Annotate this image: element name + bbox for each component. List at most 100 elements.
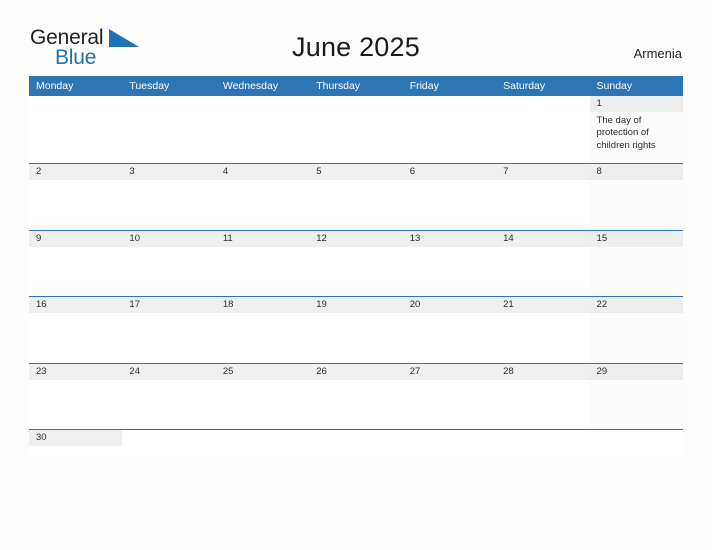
day-number: 17 bbox=[122, 297, 216, 313]
day-number: 25 bbox=[215, 363, 310, 380]
calendar-day-cell[interactable]: 3 bbox=[122, 164, 216, 230]
calendar-day-cell-empty bbox=[496, 430, 590, 457]
calendar-day-cell[interactable]: 19 bbox=[309, 297, 403, 363]
day-number: 26 bbox=[309, 363, 403, 380]
day-number: 9 bbox=[29, 230, 123, 247]
day-number bbox=[122, 430, 215, 446]
weekday-header-thursday: Thursday bbox=[316, 80, 361, 92]
day-number: 27 bbox=[402, 363, 497, 380]
calendar-day-cell[interactable]: 17 bbox=[122, 297, 216, 363]
calendar-week-row: 2345678 bbox=[29, 163, 683, 230]
weekday-header-saturday: Saturday bbox=[503, 80, 546, 92]
calendar-day-cell[interactable]: 7 bbox=[496, 164, 590, 230]
day-number bbox=[496, 96, 589, 112]
calendar-day-cell[interactable]: 20 bbox=[402, 297, 497, 363]
day-number: 22 bbox=[589, 297, 683, 313]
calendar-day-cell-empty bbox=[496, 96, 590, 163]
calendar-day-cell-empty bbox=[402, 96, 497, 163]
day-event: The day of protection of children rights bbox=[596, 115, 656, 151]
calendar-day-cell-empty bbox=[122, 430, 216, 457]
day-number: 24 bbox=[122, 363, 216, 380]
calendar-day-cell[interactable]: 15 bbox=[589, 230, 683, 296]
day-number bbox=[309, 96, 402, 112]
calendar-day-cell[interactable]: 11 bbox=[215, 230, 310, 296]
calendar-day-cell[interactable]: 8 bbox=[589, 164, 683, 230]
calendar-day-cell[interactable]: 29 bbox=[589, 363, 683, 429]
day-number bbox=[29, 96, 122, 112]
day-number: 7 bbox=[496, 164, 590, 180]
calendar-day-cell[interactable]: 18 bbox=[215, 297, 310, 363]
calendar-grid: Monday Tuesday Wednesday Thursday Friday… bbox=[29, 76, 683, 457]
calendar-week-row: 30 bbox=[29, 429, 683, 457]
calendar-day-cell-empty bbox=[215, 430, 310, 457]
calendar-day-cell[interactable]: 5 bbox=[309, 164, 403, 230]
day-number: 30 bbox=[29, 430, 123, 446]
day-number: 20 bbox=[402, 297, 497, 313]
day-number: 5 bbox=[309, 164, 403, 180]
weekday-header-monday: Monday bbox=[36, 80, 74, 92]
calendar-week-row: 1 The day of protection of children right… bbox=[29, 96, 683, 163]
calendar-day-cell-empty bbox=[309, 96, 403, 163]
day-number: 14 bbox=[496, 230, 590, 247]
region-label: Armenia bbox=[633, 46, 682, 61]
day-number: 16 bbox=[29, 297, 123, 313]
calendar-day-cell[interactable]: 1 The day of protection of children right… bbox=[589, 96, 683, 163]
day-number bbox=[122, 96, 215, 112]
calendar-day-cell[interactable]: 26 bbox=[309, 363, 403, 429]
day-number: 28 bbox=[496, 363, 590, 380]
calendar-day-cell[interactable]: 28 bbox=[496, 363, 590, 429]
day-number: 6 bbox=[402, 164, 497, 180]
calendar-week-row: 23 24 25 26 27 28 29 bbox=[29, 362, 683, 429]
calendar-day-cell[interactable]: 14 bbox=[496, 230, 590, 296]
calendar-week-row: 9 10 11 12 13 14 15 bbox=[29, 229, 683, 296]
day-number: 21 bbox=[496, 297, 590, 313]
calendar-day-cell[interactable]: 9 bbox=[29, 230, 123, 296]
calendar-day-cell[interactable]: 30 bbox=[29, 430, 123, 457]
page-title: June 2025 bbox=[292, 32, 420, 62]
calendar-day-cell[interactable]: 4 bbox=[215, 164, 310, 230]
day-number bbox=[403, 96, 496, 112]
calendar-day-cell[interactable]: 6 bbox=[402, 164, 497, 230]
day-number: 15 bbox=[589, 230, 683, 247]
day-event-list: The day of protection of children rights bbox=[590, 112, 683, 152]
day-number bbox=[309, 430, 402, 446]
day-number: 19 bbox=[309, 297, 403, 313]
day-number bbox=[216, 430, 309, 446]
calendar-day-cell-empty bbox=[402, 430, 497, 457]
day-number: 18 bbox=[215, 297, 310, 313]
calendar-day-cell[interactable]: 25 bbox=[215, 363, 310, 429]
calendar-day-cell[interactable]: 24 bbox=[122, 363, 216, 429]
day-number bbox=[590, 430, 683, 446]
day-number: 2 bbox=[29, 164, 123, 180]
calendar-day-cell[interactable]: 22 bbox=[589, 297, 683, 363]
calendar-week-row: 16 17 18 19 20 21 22 bbox=[29, 296, 683, 363]
day-number: 3 bbox=[122, 164, 216, 180]
day-number: 23 bbox=[29, 363, 123, 380]
day-number: 12 bbox=[309, 230, 403, 247]
day-number: 10 bbox=[122, 230, 216, 247]
calendar-day-cell[interactable]: 27 bbox=[402, 363, 497, 429]
weekday-header-wednesday: Wednesday bbox=[222, 80, 279, 92]
calendar-day-cell[interactable]: 12 bbox=[309, 230, 403, 296]
calendar-day-cell-empty bbox=[309, 430, 403, 457]
calendar-day-cell[interactable]: 23 bbox=[29, 363, 123, 429]
calendar-day-cell-empty bbox=[122, 96, 216, 163]
day-number: 1 bbox=[589, 96, 683, 112]
calendar-day-cell[interactable]: 10 bbox=[122, 230, 216, 296]
calendar-day-cell[interactable]: 13 bbox=[402, 230, 497, 296]
day-number: 29 bbox=[589, 363, 683, 380]
day-number: 8 bbox=[589, 164, 683, 180]
day-number: 4 bbox=[215, 164, 310, 180]
calendar-day-cell[interactable]: 16 bbox=[29, 297, 123, 363]
weekday-header-tuesday: Tuesday bbox=[129, 80, 170, 92]
calendar-day-cell[interactable]: 2 bbox=[29, 164, 123, 230]
calendar-day-cell-empty bbox=[29, 96, 123, 163]
calendar-day-cell-empty bbox=[589, 430, 683, 457]
calendar-weeks: 1 The day of protection of children right… bbox=[29, 96, 683, 457]
day-number: 11 bbox=[215, 230, 310, 247]
weekday-header-friday: Friday bbox=[409, 80, 439, 92]
day-number: 13 bbox=[402, 230, 497, 247]
page-header: General Blue June 2025 Armenia bbox=[0, 0, 712, 68]
weekday-header-sunday: Sunday bbox=[589, 76, 683, 96]
calendar-day-cell[interactable]: 21 bbox=[496, 297, 590, 363]
